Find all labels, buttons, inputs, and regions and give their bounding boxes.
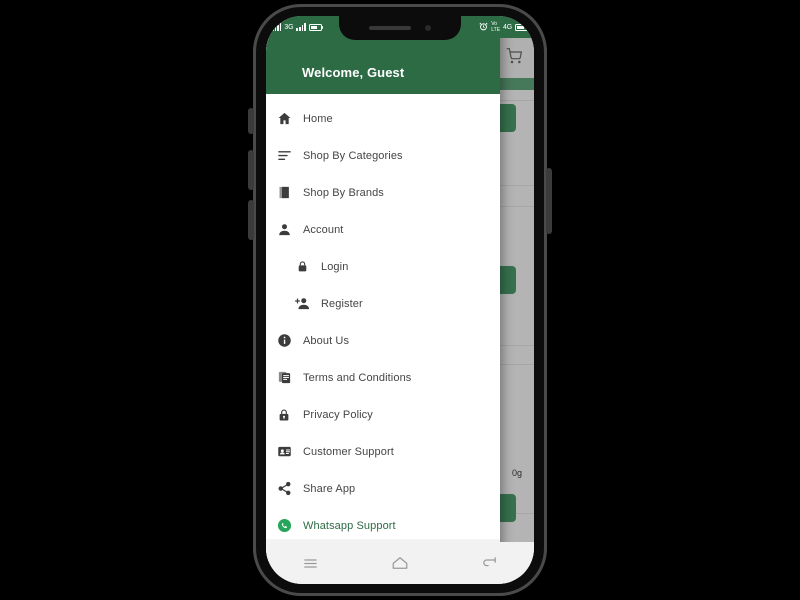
drawer-item-label: Home: [303, 112, 333, 125]
drawer-item-label: Register: [321, 297, 363, 310]
drawer-item-home[interactable]: Home: [266, 100, 500, 137]
drawer-item-shop-by-brands[interactable]: Shop By Brands: [266, 174, 500, 211]
home-icon: [276, 111, 292, 127]
android-navigation-bar: [266, 542, 534, 584]
data-network-label: 4G: [503, 23, 512, 31]
person-icon: [276, 222, 292, 238]
signal-bars-icon-1: [272, 23, 282, 31]
document-copy-icon: [276, 370, 292, 386]
drawer-item-privacy-policy[interactable]: Privacy Policy: [266, 396, 500, 433]
drawer-item-account[interactable]: Account: [266, 211, 500, 248]
front-camera-icon: [425, 25, 431, 31]
background-product-weight: 0g: [511, 468, 522, 478]
status-bar-left: 3G: [272, 23, 324, 31]
drawer-item-shop-by-categories[interactable]: Shop By Categories: [266, 137, 500, 174]
share-icon: [276, 481, 292, 497]
drawer-item-label: Shop By Brands: [303, 186, 384, 199]
phone-screen: 0g Welcome, Guest Home Shop By Categories…: [266, 16, 534, 584]
screenshot-stage: 0g Welcome, Guest Home Shop By Categories…: [0, 0, 800, 600]
display-notch: [339, 16, 461, 40]
battery-icon: [515, 23, 530, 31]
whatsapp-icon: [276, 518, 292, 534]
drawer-item-label: Shop By Categories: [303, 149, 403, 162]
drawer-item-label: Whatsapp Support: [303, 519, 396, 532]
drawer-item-label: Account: [303, 223, 344, 236]
drawer-item-terms-and-conditions[interactable]: Terms and Conditions: [266, 359, 500, 396]
drawer-item-register[interactable]: Register: [266, 285, 500, 322]
volte-indicator: Vo LTE: [491, 21, 501, 33]
drawer-item-label: Privacy Policy: [303, 408, 373, 421]
volume-up-button[interactable]: [248, 150, 254, 190]
drawer-item-customer-support[interactable]: Customer Support: [266, 433, 500, 470]
drawer-item-label: About Us: [303, 334, 350, 347]
home-icon[interactable]: [380, 549, 420, 577]
drawer-item-label: Login: [321, 260, 349, 273]
drawer-item-label: Share App: [303, 482, 356, 495]
drawer-item-login[interactable]: Login: [266, 248, 500, 285]
drawer-item-label: Terms and Conditions: [303, 371, 412, 384]
shopping-cart-icon[interactable]: [506, 47, 523, 69]
layers-icon: [276, 185, 292, 201]
back-icon[interactable]: [469, 549, 509, 577]
info-icon: [276, 333, 292, 349]
power-button[interactable]: [546, 168, 552, 234]
drawer-welcome-title: Welcome, Guest: [302, 65, 405, 80]
list-icon: [276, 148, 292, 164]
navigation-drawer: Welcome, Guest Home Shop By Categories Sho…: [266, 16, 500, 561]
network-type-label: 3G: [284, 23, 294, 31]
privacy-lock-icon: [276, 407, 292, 423]
silent-switch[interactable]: [248, 108, 254, 134]
earpiece-speaker: [369, 26, 411, 30]
drawer-item-about-us[interactable]: About Us: [266, 322, 500, 359]
battery-icon-left: [308, 23, 324, 31]
person-add-icon: [294, 296, 310, 312]
signal-bars-icon-2: [296, 23, 306, 31]
alarm-clock-icon: [479, 22, 488, 33]
recents-icon[interactable]: [291, 549, 331, 577]
contact-card-icon: [276, 444, 292, 460]
drawer-item-label: Customer Support: [303, 445, 394, 458]
drawer-item-share-app[interactable]: Share App: [266, 470, 500, 507]
lock-icon: [294, 259, 310, 275]
volume-down-button[interactable]: [248, 200, 254, 240]
status-bar-right: Vo LTE 4G: [479, 21, 530, 33]
drawer-menu-list: Home Shop By Categories Shop By Brands Acco…: [266, 94, 500, 561]
